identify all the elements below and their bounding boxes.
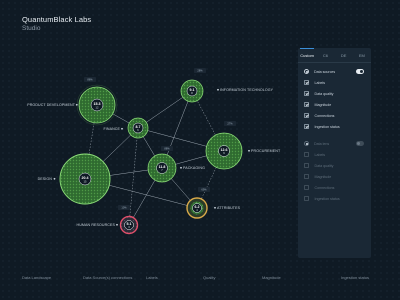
node-label: HUMAN RESOURCES: [77, 223, 116, 227]
node-attributes[interactable]: 6.2 4 ATTRIBUTES: [186, 197, 241, 219]
node-information-technology[interactable]: 9.1 8 INFORMATION TECHNOLOGY: [180, 79, 274, 103]
badge-product: 86%: [84, 77, 96, 82]
data-sources-icon: [304, 69, 309, 74]
svg-text:28%: 28%: [197, 69, 203, 73]
tab-custom[interactable]: Custom: [298, 48, 316, 62]
option-magnitude[interactable]: Magnitude: [298, 99, 371, 110]
data-lens-row[interactable]: Data lens: [298, 138, 371, 149]
lens-option-data-quality[interactable]: Data quality: [298, 160, 371, 171]
node-human-resources[interactable]: 5.1 3 HUMAN RESOURCES: [77, 215, 139, 235]
node-procurement[interactable]: 12.6 9 PROCUREMENT: [205, 132, 281, 170]
node-label: FINANCE: [104, 127, 121, 131]
lens-option-magnitude[interactable]: Magnitude: [298, 171, 371, 182]
footer-data-landscape[interactable]: Data Landscape: [22, 275, 51, 280]
tab-de[interactable]: DE: [335, 48, 353, 62]
option-label: Magnitude: [314, 174, 332, 179]
badge-it: 28%: [194, 68, 206, 73]
option-label: Connections: [314, 113, 335, 118]
svg-text:86%: 86%: [87, 78, 93, 82]
footer-ingestion-status[interactable]: Ingestion status: [341, 275, 369, 280]
settings-panel: Custom C6 DE EM Data sources Labels Data…: [298, 48, 371, 258]
tab-c6[interactable]: C6: [316, 48, 334, 62]
option-connections[interactable]: Connections: [298, 110, 371, 121]
option-label: Labels: [314, 152, 326, 157]
lens-option-connections[interactable]: Connections: [298, 182, 371, 193]
lens-connections-checkbox[interactable]: [304, 185, 309, 190]
footer-quality[interactable]: Quality: [203, 275, 215, 280]
option-label: Ingestion status: [314, 196, 340, 201]
node-design[interactable]: 20.4 15 DESIGN: [38, 153, 111, 205]
badge-hr: 10%: [118, 205, 130, 210]
data-lens-label: Data lens: [314, 141, 330, 146]
magnitude-checkbox[interactable]: [304, 102, 309, 107]
node-label: PROCUREMENT: [251, 149, 281, 153]
connections-checkbox[interactable]: [304, 113, 309, 118]
node-label: PRODUCT DEVELOPMENT: [27, 103, 75, 107]
data-sources-row[interactable]: Data sources: [298, 66, 371, 77]
node-packaging[interactable]: 11.8 7 PACKAGING: [147, 153, 205, 183]
svg-text:10%: 10%: [121, 206, 127, 210]
data-sources-toggle[interactable]: [356, 69, 364, 74]
ingestion-status-checkbox[interactable]: [304, 124, 309, 129]
tab-em[interactable]: EM: [353, 48, 371, 62]
lens-ingestion-status-checkbox[interactable]: [304, 196, 309, 201]
data-lens-toggle[interactable]: [356, 141, 364, 146]
svg-text:88%: 88%: [164, 147, 170, 151]
edge: [128, 127, 139, 226]
badge-packaging: 88%: [161, 146, 173, 151]
node-label: DESIGN: [38, 177, 53, 181]
data-sources-label: Data sources: [314, 69, 336, 74]
footer-nav: Data Landscape Data Source(s) connection…: [0, 275, 400, 285]
badge-attributes: 69%: [198, 187, 210, 192]
node-label: ATTRIBUTES: [217, 206, 241, 210]
footer-labels[interactable]: Labels: [146, 275, 158, 280]
lens-option-ingestion-status[interactable]: Ingestion status: [298, 193, 371, 204]
data-quality-checkbox[interactable]: [304, 91, 309, 96]
data-lens-icon: [304, 141, 309, 146]
badge-procurement: 27%: [224, 121, 236, 126]
option-label: Ingestion status: [314, 124, 340, 129]
option-label: Data quality: [314, 163, 334, 168]
panel-tabs: Custom C6 DE EM: [298, 48, 371, 63]
node-value: 15.3: [94, 102, 101, 106]
labels-checkbox[interactable]: [304, 80, 309, 85]
option-label: Magnitude: [314, 102, 332, 107]
footer-data-source-connections[interactable]: Data Source(s) connections: [83, 275, 132, 280]
lens-data-quality-checkbox[interactable]: [304, 163, 309, 168]
svg-text:69%: 69%: [201, 188, 207, 192]
option-label: Labels: [314, 80, 326, 85]
node-label: INFORMATION TECHNOLOGY: [220, 88, 274, 92]
option-label: Data quality: [314, 91, 334, 96]
option-labels[interactable]: Labels: [298, 77, 371, 88]
lens-magnitude-checkbox[interactable]: [304, 174, 309, 179]
option-data-quality[interactable]: Data quality: [298, 88, 371, 99]
option-label: Connections: [314, 185, 335, 190]
option-ingestion-status[interactable]: Ingestion status: [298, 121, 371, 132]
node-label: PACKAGING: [183, 166, 205, 170]
lens-option-labels[interactable]: Labels: [298, 149, 371, 160]
lens-labels-checkbox[interactable]: [304, 152, 309, 157]
svg-text:27%: 27%: [227, 122, 233, 126]
footer-magnitude[interactable]: Magnitude: [262, 275, 281, 280]
node-product-development[interactable]: 15.3 12 PRODUCT DEVELOPMENT: [27, 84, 118, 126]
